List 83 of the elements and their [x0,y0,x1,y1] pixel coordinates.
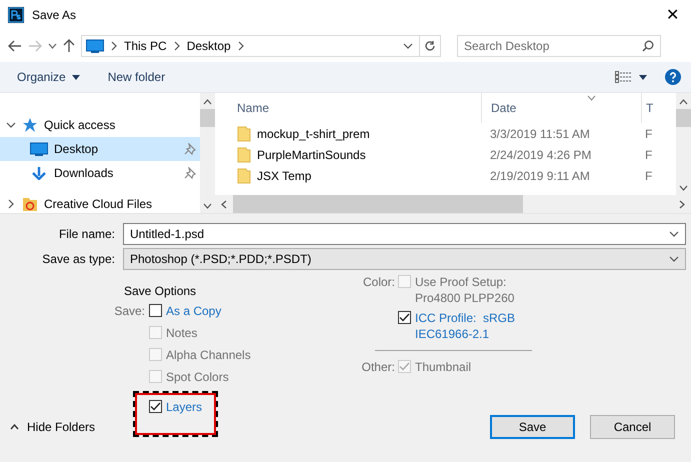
cancel-button[interactable]: Cancel [590,415,675,439]
file-name[interactable]: mockup_t-shirt_prem [257,126,370,140]
scrollbar-thumb[interactable] [200,109,215,127]
section-heading: Save Options [123,284,198,298]
save-button[interactable]: Save [490,415,575,439]
organize-menu[interactable]: Organize [17,70,80,84]
search-icon [642,40,654,52]
scroll-right-icon[interactable] [679,200,685,208]
check-icon [150,402,161,411]
option-label: Color: [362,274,396,291]
vertical-scrollbar[interactable] [200,93,215,213]
scroll-up-icon[interactable] [679,99,688,105]
file-date: 2/24/2019 4:26 PM [489,148,592,162]
up-arrow-icon[interactable] [63,39,75,53]
option-label: Save: [114,303,146,319]
file-name[interactable]: JSX Temp [257,168,312,182]
option-label: Other: [360,359,396,375]
file-date: 3/3/2019 11:51 AM [489,126,591,140]
tree-item[interactable]: Downloads [0,161,200,185]
scrollbar-thumb[interactable] [676,109,691,127]
dropdown-caret-icon[interactable] [669,230,679,238]
check-icon [399,313,410,322]
breadcrumb[interactable]: Desktop [186,39,231,53]
pin-icon[interactable] [184,167,196,179]
checkbox[interactable]: Layers [149,399,202,415]
collapsed-chevron-icon[interactable] [7,199,15,209]
file-type: F [644,168,654,182]
tree-item[interactable]: Quick access [0,113,200,137]
column-header[interactable]: Name [223,101,481,115]
checkbox[interactable]: ICC Profile: sRGB IEC61966-2.1 [398,310,516,342]
tree-item[interactable]: Desktop [0,137,200,161]
folder-icon [237,146,251,162]
address-bar[interactable]: This PC Desktop [81,35,441,57]
scroll-down-icon[interactable] [679,185,688,191]
scroll-left-icon[interactable] [221,200,227,208]
file-type: F [644,126,654,140]
expanded-chevron-icon[interactable] [6,121,16,129]
sort-caret-icon [587,95,596,101]
refresh-icon[interactable] [424,40,436,52]
download-arrow-icon [30,166,48,180]
scrollbar-thumb[interactable] [233,195,523,213]
window-title: Save As [32,8,78,22]
pin-icon[interactable] [184,143,196,155]
photoshop-icon [8,7,24,23]
column-header[interactable]: Date [481,93,641,123]
dropdown-caret-icon [669,255,679,263]
computer-icon [86,39,104,53]
horizontal-scrollbar[interactable] [215,195,691,213]
tree-item[interactable]: Creative Cloud Files [0,192,200,216]
file-date: 2/19/2019 9:11 AM [489,168,591,182]
dropdown-caret-icon[interactable] [639,74,647,80]
caret-up-icon [10,424,19,430]
column-header[interactable]: T [641,93,658,123]
close-button[interactable]: ✕ [662,5,683,25]
field-label: File name: [58,227,115,241]
back-arrow-icon[interactable] [8,40,22,52]
scroll-down-icon[interactable] [203,203,212,209]
file-type-dropdown[interactable]: Photoshop (*.PSD;*.PDD;*.PSDT) [123,248,686,270]
folder-icon [237,168,251,184]
file-name-field[interactable]: Untitled-1.psd [123,223,686,245]
folder-icon [237,126,251,142]
chevron-right-icon [110,41,118,51]
new-folder-button[interactable]: New folder [108,70,166,84]
dropdown-caret-icon [72,74,80,80]
dropdown-caret-icon[interactable] [48,42,57,50]
computer-icon [30,142,48,156]
dropdown-caret-icon[interactable] [403,42,413,50]
search-field[interactable]: Search Desktop [457,35,661,57]
star-icon [22,117,38,133]
cloud-folder-icon [22,196,38,212]
breadcrumb[interactable]: This PC [124,39,167,53]
file-name[interactable]: PurpleMartinSounds [257,148,366,162]
hide-folders-button[interactable]: Hide Folders [10,420,96,434]
field-label: Save as type: [41,252,115,266]
chevron-right-icon [172,41,181,51]
scroll-up-icon[interactable] [203,99,212,105]
chevron-right-icon [236,41,245,51]
file-type: F [644,148,654,162]
checkbox[interactable]: As a Copy [149,303,222,319]
check-icon [399,362,410,371]
view-options-icon[interactable] [615,71,631,83]
help-icon[interactable] [665,69,681,85]
vertical-scrollbar[interactable] [676,93,691,195]
